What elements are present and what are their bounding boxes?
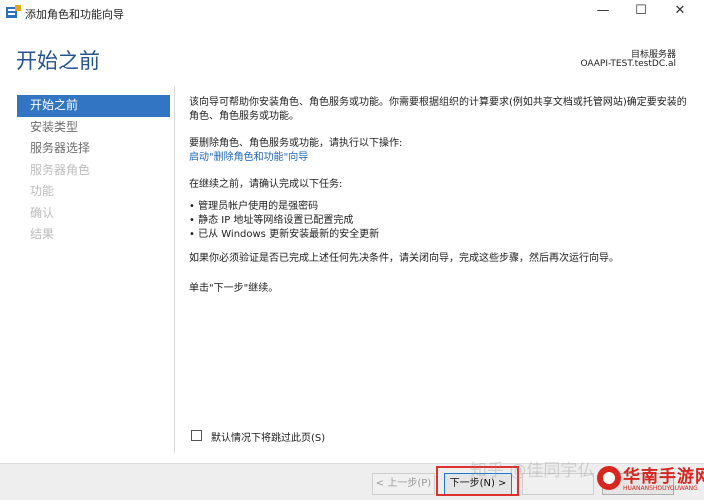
nav-item-before-you-begin[interactable]: 开始之前 — [17, 95, 170, 117]
server-manager-icon — [6, 5, 21, 18]
minimize-button[interactable]: — — [585, 0, 621, 24]
close-button[interactable]: ✕ — [662, 0, 698, 24]
nav-item-server-selection[interactable]: 服务器选择 — [17, 138, 170, 160]
verify-text: 如果你必须验证是否已完成上述任何先决条件，请关闭向导，完成这些步骤，然后再次运行… — [189, 253, 619, 264]
nav-item-server-roles: 服务器角色 — [30, 162, 91, 177]
nav-item-results: 结果 — [30, 227, 55, 241]
remove-instructions: 要删除角色、角色服务或功能，请执行以下操作: — [189, 138, 403, 149]
title-bar: 添加角色和功能向导 — ☐ ✕ — [0, 0, 704, 26]
remove-roles-link[interactable]: 启动"删除角色和功能"向导 — [189, 151, 308, 165]
page-title: 开始之前 — [16, 49, 100, 73]
site-logo: 华南手游网 HUANANSHOUYOUWANG — [597, 462, 704, 498]
logo-subtitle: HUANANSHOUYOUWANG — [623, 485, 698, 492]
maximize-button[interactable]: ☐ — [623, 0, 659, 24]
intro-text: 该向导可帮助你安装角色、角色服务或功能。你需要根据组织的计算要求(例如共享文档或… — [189, 97, 687, 122]
skip-page-checkbox[interactable] — [191, 430, 202, 441]
nav-item-confirmation: 确认 — [30, 205, 55, 220]
skip-page-label[interactable]: 默认情况下将跳过此页(S) — [211, 429, 325, 444]
window-title: 添加角色和功能向导 — [25, 8, 124, 21]
destination-server-name: OAAPI-TEST.testDC.al — [580, 59, 676, 69]
list-item: • 管理员帐户使用的是强密码 — [189, 201, 319, 212]
prerequisites-list: • 管理员帐户使用的是强密码 • 静态 IP 地址等网络设置已配置完成 • 已从… — [189, 200, 379, 242]
list-item: • 已从 Windows 更新安装最新的安全更新 — [189, 229, 380, 240]
nav-item-features: 功能 — [30, 184, 55, 198]
nav-divider — [174, 86, 175, 453]
watermark-text: 知乎 @佳同宇仏 — [470, 461, 595, 481]
logo-name: 华南手游网 — [623, 467, 704, 487]
nav-item-installation-type[interactable]: 安装类型 — [17, 117, 170, 139]
list-item: • 静态 IP 地址等网络设置已配置完成 — [189, 215, 354, 226]
click-next-text: 单击"下一步"继续。 — [189, 283, 279, 294]
prerequisites-heading: 在继续之前，请确认完成以下任务: — [189, 179, 343, 190]
logo-icon — [597, 466, 621, 490]
previous-button[interactable]: < 上一步(P) — [372, 473, 435, 495]
wizard-nav: 开始之前 安装类型 服务器选择 服务器角色 功能 确认 结果 — [17, 95, 170, 246]
